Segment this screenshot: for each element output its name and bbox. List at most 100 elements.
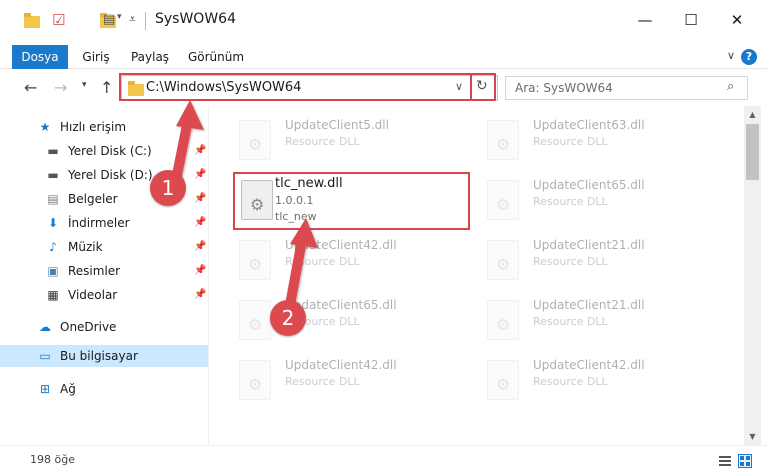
tab-share[interactable]: Paylaş [124,45,176,69]
vertical-scrollbar[interactable]: ▲ ▼ [744,106,761,445]
file-description: Resource DLL [533,135,608,148]
documents-icon: ▤ [47,192,59,206]
cloud-icon: ☁ [39,320,51,334]
item-count: 198 öğe [30,453,75,466]
scroll-down-icon[interactable]: ▼ [744,432,761,441]
ribbon-tabs: Dosya Giriş Paylaş Görünüm ∨ ? [0,45,769,69]
file-name: UpdateClient65.dll [533,178,645,192]
list-item[interactable]: UpdateClient63.dll Resource DLL [479,112,709,168]
recent-locations-icon[interactable]: ▾ [82,80,87,90]
list-item[interactable]: UpdateClient42.dll Resource DLL [231,352,461,408]
list-item[interactable]: UpdateClient65.dll Resource DLL [479,172,709,228]
close-button[interactable]: ✕ [722,8,752,32]
pin-icon: 📌 [194,145,207,156]
sidebar-item-network[interactable]: ⊞ Ağ [0,378,208,400]
title-bar: ☑ ▤ ▾ ⩡ SysWOW64 — ☐ ✕ [0,0,769,40]
back-arrow-icon[interactable]: ← [24,78,37,97]
forward-arrow-icon[interactable]: → [54,78,67,97]
file-description: Resource DLL [285,255,360,268]
tab-view[interactable]: Görünüm [186,45,246,69]
customize-toolbar-icon[interactable]: ⩡ [129,12,136,30]
step-badge-1: 1 [150,170,186,206]
chevron-down-icon[interactable]: ▾ [117,12,122,30]
folder-icon [24,13,40,28]
sidebar-item-quick-access[interactable]: ★ Hızlı erişim [0,116,208,138]
dll-file-icon [487,240,519,280]
downloads-icon: ⬇ [47,216,59,230]
sidebar-item-onedrive[interactable]: ☁ OneDrive [0,316,208,338]
file-description: Resource DLL [533,315,608,328]
sidebar-item-downloads[interactable]: ⬇ İndirmeler 📌 [0,212,208,234]
videos-icon: ▦ [47,288,59,302]
sidebar-item-label: Yerel Disk (D:) [68,168,153,182]
dll-file-icon [487,180,519,220]
sidebar-item-label: OneDrive [60,320,117,334]
pin-icon: 📌 [194,289,207,300]
sidebar-item-label: Hızlı erişim [60,120,127,134]
pane-divider[interactable] [208,106,209,445]
dll-file-icon [487,120,519,160]
sidebar-item-pictures[interactable]: ▣ Resimler 📌 [0,260,208,282]
dll-file-icon [239,120,271,160]
dll-file-icon [239,300,271,340]
maximize-button[interactable]: ☐ [676,8,706,32]
sidebar-item-local-disk-c[interactable]: ▬ Yerel Disk (C:) 📌 [0,140,208,162]
search-icon[interactable]: ⌕ [727,79,734,94]
pin-icon: 📌 [194,265,207,276]
file-description: Resource DLL [533,255,608,268]
list-item[interactable]: UpdateClient21.dll Resource DLL [479,232,709,288]
search-placeholder: Ara: SysWOW64 [515,81,613,95]
scroll-up-icon[interactable]: ▲ [744,110,761,119]
file-description: Resource DLL [533,375,608,388]
pin-icon: 📌 [194,169,207,180]
sidebar-item-this-pc[interactable]: ▭ Bu bilgisayar [0,345,208,367]
file-description: Resource DLL [285,135,360,148]
dll-file-icon [239,240,271,280]
sidebar-item-label: İndirmeler [68,216,130,230]
list-item[interactable]: UpdateClient21.dll Resource DLL [479,292,709,348]
pin-icon: 📌 [194,241,207,252]
file-description: Resource DLL [285,375,360,388]
navigation-pane: ★ Hızlı erişim ▬ Yerel Disk (C:) 📌 ▬ Yer… [0,106,208,445]
minimize-button[interactable]: — [630,8,660,32]
file-version: 1.0.0.1 [275,194,314,207]
window-title: SysWOW64 [155,11,236,27]
file-name: UpdateClient63.dll [533,118,645,132]
rename-icon[interactable]: ▤ [103,12,115,30]
file-name: UpdateClient42.dll [285,238,397,252]
file-description: tlc_new [275,210,317,223]
list-item[interactable]: UpdateClient42.dll Resource DLL [479,352,709,408]
sidebar-item-label: Yerel Disk (C:) [68,144,152,158]
sidebar-item-label: Resimler [68,264,121,278]
sidebar-item-label: Ağ [60,382,76,396]
properties-icon[interactable]: ☑ [52,11,65,29]
file-description: Resource DLL [533,195,608,208]
sidebar-item-label: Belgeler [68,192,118,206]
file-name: tlc_new.dll [275,176,343,191]
file-name: UpdateClient5.dll [285,118,389,132]
file-name: UpdateClient21.dll [533,298,645,312]
list-item[interactable]: UpdateClient42.dll Resource DLL [231,232,461,288]
title-separator [145,12,146,30]
tiles-view-icon[interactable] [738,454,752,468]
dll-file-icon [239,360,271,400]
network-icon: ⊞ [39,382,51,396]
drive-icon: ▬ [47,168,59,182]
details-view-icon[interactable] [718,454,732,468]
list-item[interactable]: UpdateClient65.dll Resource DLL [231,292,461,348]
status-bar: 198 öğe [0,445,769,475]
file-name: UpdateClient42.dll [285,358,397,372]
highlighted-file-tlc-new[interactable]: tlc_new.dll 1.0.0.1 tlc_new [233,172,470,230]
help-icon[interactable]: ? [741,49,757,65]
scroll-thumb[interactable] [746,124,759,180]
tab-file[interactable]: Dosya [12,45,68,69]
up-arrow-icon[interactable]: ↑ [100,78,113,97]
music-icon: ♪ [49,240,57,254]
sidebar-item-videos[interactable]: ▦ Videolar 📌 [0,284,208,306]
sidebar-item-music[interactable]: ♪ Müzik 📌 [0,236,208,258]
tab-home[interactable]: Giriş [76,45,116,69]
star-icon: ★ [39,120,51,134]
list-item[interactable]: UpdateClient5.dll Resource DLL [231,112,461,168]
chevron-down-icon[interactable]: ∨ [727,49,735,62]
dll-file-icon [487,360,519,400]
